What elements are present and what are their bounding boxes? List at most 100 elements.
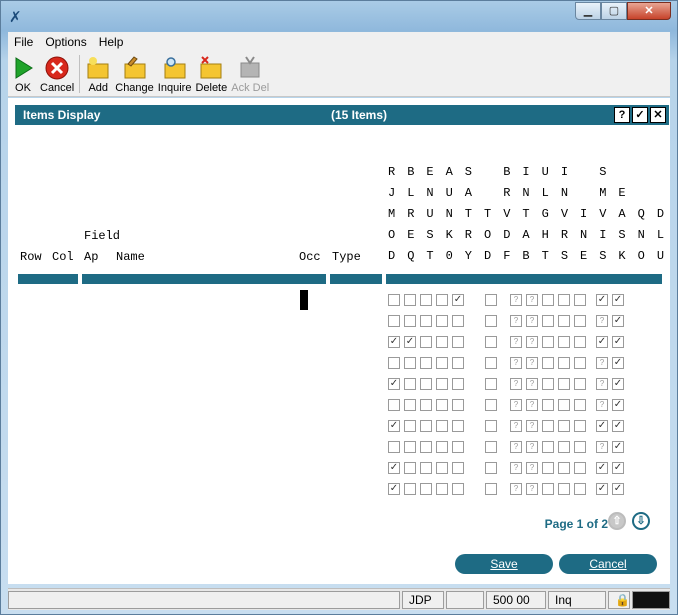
close-panel-button[interactable]: ✕ [650,107,666,123]
flag-checkbox[interactable] [542,294,554,306]
flag-checkbox[interactable]: ? [526,315,538,327]
flag-checkbox[interactable] [420,420,432,432]
flag-checkbox[interactable] [404,441,416,453]
flag-checkbox[interactable]: ✓ [612,294,624,306]
flag-checkbox[interactable]: ? [596,399,608,411]
flag-checkbox[interactable] [436,357,448,369]
title-bar[interactable]: ✗ ▁ ▢ ✕ [1,1,677,31]
flag-checkbox[interactable] [388,441,400,453]
flag-checkbox[interactable] [574,483,586,495]
flag-checkbox[interactable] [542,483,554,495]
flag-checkbox[interactable] [485,399,497,411]
page-down-button[interactable]: ⇩ [632,512,650,530]
flag-checkbox[interactable]: ? [596,315,608,327]
flag-checkbox[interactable] [574,336,586,348]
flag-checkbox[interactable] [574,294,586,306]
flag-checkbox[interactable] [388,357,400,369]
flag-checkbox[interactable] [404,315,416,327]
flag-checkbox[interactable] [485,462,497,474]
flag-checkbox[interactable] [574,399,586,411]
flag-checkbox[interactable] [574,315,586,327]
maximize-button[interactable]: ▢ [601,2,627,20]
flag-checkbox[interactable] [420,315,432,327]
flag-checkbox[interactable]: ✓ [388,336,400,348]
flag-checkbox[interactable] [485,378,497,390]
flag-checkbox[interactable] [485,357,497,369]
flag-checkbox[interactable]: ✓ [452,294,464,306]
page-up-button[interactable]: ⇧ [608,512,626,530]
flag-checkbox[interactable] [452,357,464,369]
flag-checkbox[interactable]: ✓ [388,420,400,432]
flag-checkbox[interactable] [404,462,416,474]
flag-checkbox[interactable]: ? [510,441,522,453]
flag-checkbox[interactable] [436,294,448,306]
flag-checkbox[interactable] [558,336,570,348]
flag-checkbox[interactable]: ✓ [596,420,608,432]
flag-checkbox[interactable] [558,462,570,474]
flag-checkbox[interactable]: ✓ [612,378,624,390]
flag-checkbox[interactable]: ? [510,357,522,369]
flag-checkbox[interactable]: ? [526,399,538,411]
flag-checkbox[interactable]: ? [526,420,538,432]
flag-checkbox[interactable] [420,483,432,495]
flag-checkbox[interactable] [388,399,400,411]
flag-checkbox[interactable] [542,357,554,369]
flag-checkbox[interactable]: ✓ [596,294,608,306]
flag-checkbox[interactable] [436,420,448,432]
flag-checkbox[interactable] [574,357,586,369]
flag-checkbox[interactable] [542,420,554,432]
flag-checkbox[interactable] [436,378,448,390]
flag-checkbox[interactable] [404,399,416,411]
flag-checkbox[interactable] [558,441,570,453]
flag-checkbox[interactable] [542,336,554,348]
flag-checkbox[interactable] [404,357,416,369]
flag-checkbox[interactable] [542,441,554,453]
cancel-button[interactable]: Cancel [38,52,76,97]
cancel-form-button[interactable]: Cancel [559,554,657,574]
flag-checkbox[interactable] [574,378,586,390]
flag-checkbox[interactable] [542,462,554,474]
flag-checkbox[interactable] [436,462,448,474]
flag-checkbox[interactable]: ? [526,462,538,474]
accept-button[interactable]: ✓ [632,107,648,123]
flag-checkbox[interactable]: ? [526,357,538,369]
flag-checkbox[interactable]: ✓ [612,441,624,453]
flag-checkbox[interactable] [485,336,497,348]
flag-checkbox[interactable] [542,315,554,327]
add-button[interactable]: Add [83,52,113,97]
flag-checkbox[interactable] [485,441,497,453]
help-button[interactable]: ? [614,107,630,123]
flag-checkbox[interactable] [574,462,586,474]
flag-checkbox[interactable]: ✓ [612,462,624,474]
flag-checkbox[interactable]: ? [510,336,522,348]
flag-checkbox[interactable]: ✓ [612,357,624,369]
flag-checkbox[interactable] [574,441,586,453]
flag-checkbox[interactable] [404,483,416,495]
flag-checkbox[interactable]: ✓ [404,336,416,348]
flag-checkbox[interactable] [420,441,432,453]
flag-checkbox[interactable] [574,420,586,432]
flag-checkbox[interactable] [436,441,448,453]
flag-checkbox[interactable]: ✓ [388,378,400,390]
flag-checkbox[interactable] [542,399,554,411]
flag-checkbox[interactable] [542,378,554,390]
flag-checkbox[interactable]: ? [526,441,538,453]
flag-checkbox[interactable]: ? [526,378,538,390]
ok-button[interactable]: OK [8,52,38,97]
flag-checkbox[interactable] [388,315,400,327]
menu-file[interactable]: File [8,35,39,49]
flag-checkbox[interactable] [404,420,416,432]
flag-checkbox[interactable] [420,378,432,390]
minimize-button[interactable]: ▁ [575,2,601,20]
flag-checkbox[interactable]: ? [510,294,522,306]
flag-checkbox[interactable]: ✓ [612,420,624,432]
flag-checkbox[interactable]: ? [510,315,522,327]
flag-checkbox[interactable] [558,399,570,411]
menu-help[interactable]: Help [93,35,130,49]
flag-checkbox[interactable] [420,357,432,369]
flag-checkbox[interactable]: ? [510,399,522,411]
flag-checkbox[interactable] [420,399,432,411]
flag-checkbox[interactable] [485,420,497,432]
save-button[interactable]: Save [455,554,553,574]
flag-checkbox[interactable] [420,462,432,474]
